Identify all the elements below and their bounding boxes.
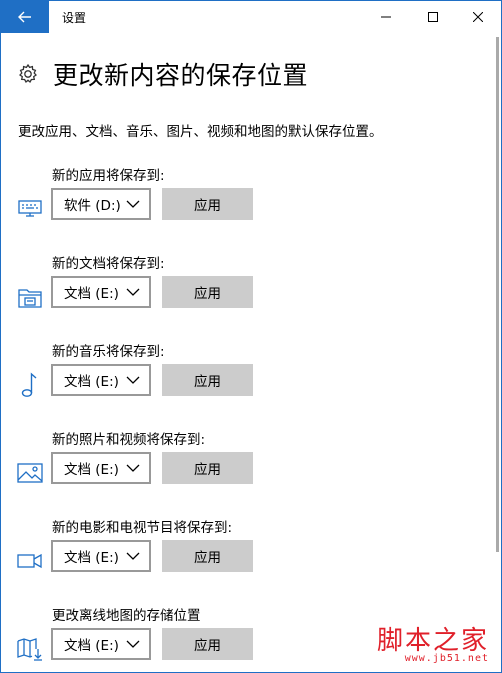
drive-select-value: 文档 (E:): [64, 462, 119, 478]
back-button[interactable]: [1, 1, 49, 33]
section-photos-videos: 新的照片和视频将保存到: 文档 (E:) 应用: [1, 428, 491, 508]
window-title: 设置: [62, 11, 87, 25]
chevron-down-icon: [125, 287, 141, 297]
watermark: 脚本之家 www.jb51.net: [371, 620, 489, 670]
apply-button[interactable]: 应用: [162, 452, 253, 484]
drive-select[interactable]: 软件 (D:): [51, 188, 151, 220]
gear-icon: [17, 63, 39, 85]
drive-select[interactable]: 文档 (E:): [51, 628, 151, 660]
drive-select-value: 软件 (D:): [64, 198, 121, 214]
section-label: 更改离线地图的存储位置: [52, 608, 201, 624]
map-download-icon: [16, 636, 44, 662]
chevron-down-icon: [125, 199, 141, 209]
section-movies-tv: 新的电影和电视节目将保存到: 文档 (E:) 应用: [1, 516, 491, 596]
documents-folder-icon: [16, 284, 44, 310]
apply-button[interactable]: 应用: [162, 628, 253, 660]
drive-select-value: 文档 (E:): [64, 550, 119, 566]
back-arrow-icon: [18, 11, 31, 23]
minimize-icon: [381, 16, 391, 18]
section-documents: 新的文档将保存到: 文档 (E:) 应用: [1, 252, 491, 332]
drive-select[interactable]: 文档 (E:): [51, 276, 151, 308]
apply-button[interactable]: 应用: [162, 364, 253, 396]
maximize-button[interactable]: [410, 1, 456, 33]
chevron-down-icon: [125, 639, 141, 649]
watermark-brand: 脚本之家: [376, 626, 489, 656]
drive-select[interactable]: 文档 (E:): [51, 364, 151, 396]
drive-select-value: 文档 (E:): [64, 374, 119, 390]
music-note-icon: [16, 372, 44, 398]
apply-button[interactable]: 应用: [162, 188, 253, 220]
page-header: 更改新内容的保存位置: [17, 57, 308, 91]
section-apps: 新的应用将保存到: 软件 (D:) 应用: [1, 164, 491, 244]
title-bar: 设置: [1, 1, 501, 33]
section-label: 新的音乐将保存到:: [52, 344, 165, 360]
page-title: 更改新内容的保存位置: [53, 61, 309, 90]
apply-button[interactable]: 应用: [162, 540, 253, 572]
page-description: 更改应用、文档、音乐、图片、视频和地图的默认保存位置。: [18, 124, 383, 140]
video-camera-icon: [16, 548, 44, 574]
minimize-button[interactable]: [363, 1, 409, 33]
section-label: 新的文档将保存到:: [52, 256, 165, 272]
maximize-icon: [428, 12, 438, 22]
drive-select-value: 文档 (E:): [64, 638, 119, 654]
chevron-down-icon: [125, 375, 141, 385]
section-music: 新的音乐将保存到: 文档 (E:) 应用: [1, 340, 491, 420]
monitor-icon: [16, 196, 44, 222]
settings-window: 设置 更改新内容的保存位置 更改应用、文档、音乐、图片、视频和地图的默认保存位置…: [0, 0, 502, 673]
chevron-down-icon: [125, 463, 141, 473]
close-button[interactable]: [455, 1, 501, 33]
watermark-url: www.jb51.net: [404, 653, 489, 664]
drive-select-value: 文档 (E:): [64, 286, 119, 302]
close-icon: [473, 12, 483, 22]
apply-button[interactable]: 应用: [162, 276, 253, 308]
section-label: 新的电影和电视节目将保存到:: [52, 520, 233, 536]
chevron-down-icon: [125, 551, 141, 561]
section-label: 新的应用将保存到:: [52, 168, 165, 184]
drive-select[interactable]: 文档 (E:): [51, 452, 151, 484]
drive-select[interactable]: 文档 (E:): [51, 540, 151, 572]
picture-icon: [16, 460, 44, 486]
vertical-scrollbar[interactable]: [496, 37, 499, 552]
section-label: 新的照片和视频将保存到:: [52, 432, 206, 448]
